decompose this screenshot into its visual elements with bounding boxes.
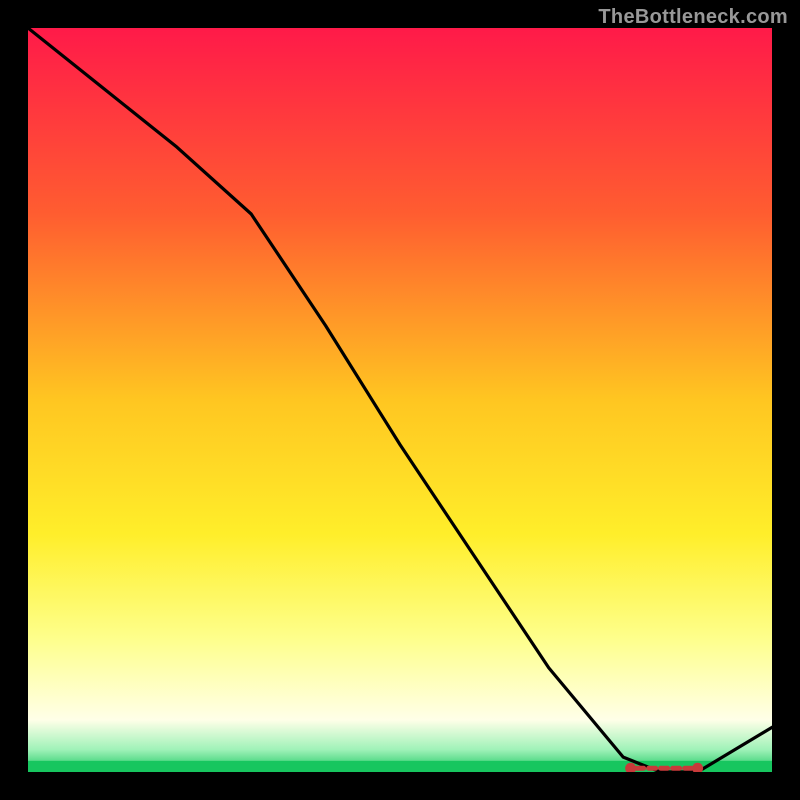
- chart-stage: TheBottleneck.com: [0, 0, 800, 800]
- plot-area: [28, 28, 772, 772]
- gradient-background: [28, 28, 772, 772]
- watermark-text: TheBottleneck.com: [598, 6, 788, 29]
- chart-svg: [28, 28, 772, 772]
